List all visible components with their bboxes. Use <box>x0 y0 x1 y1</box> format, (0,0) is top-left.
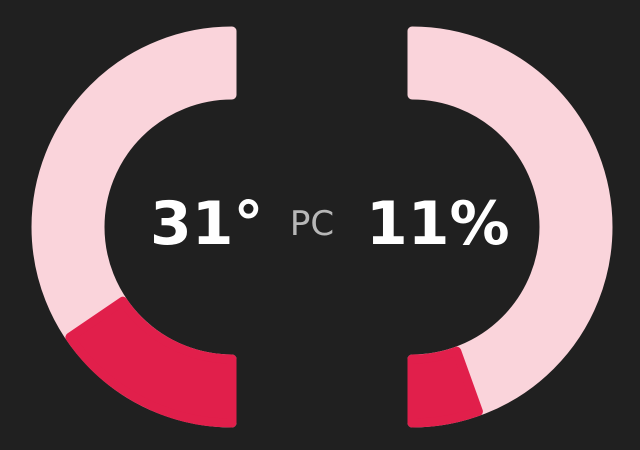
load-value: 11% <box>366 189 510 259</box>
device-label: PC <box>289 204 335 244</box>
hardware-monitor-widget: 31° PC 11% <box>0 0 640 450</box>
temperature-value: 31° <box>150 189 264 259</box>
temperature-gauge-fill <box>65 296 237 428</box>
